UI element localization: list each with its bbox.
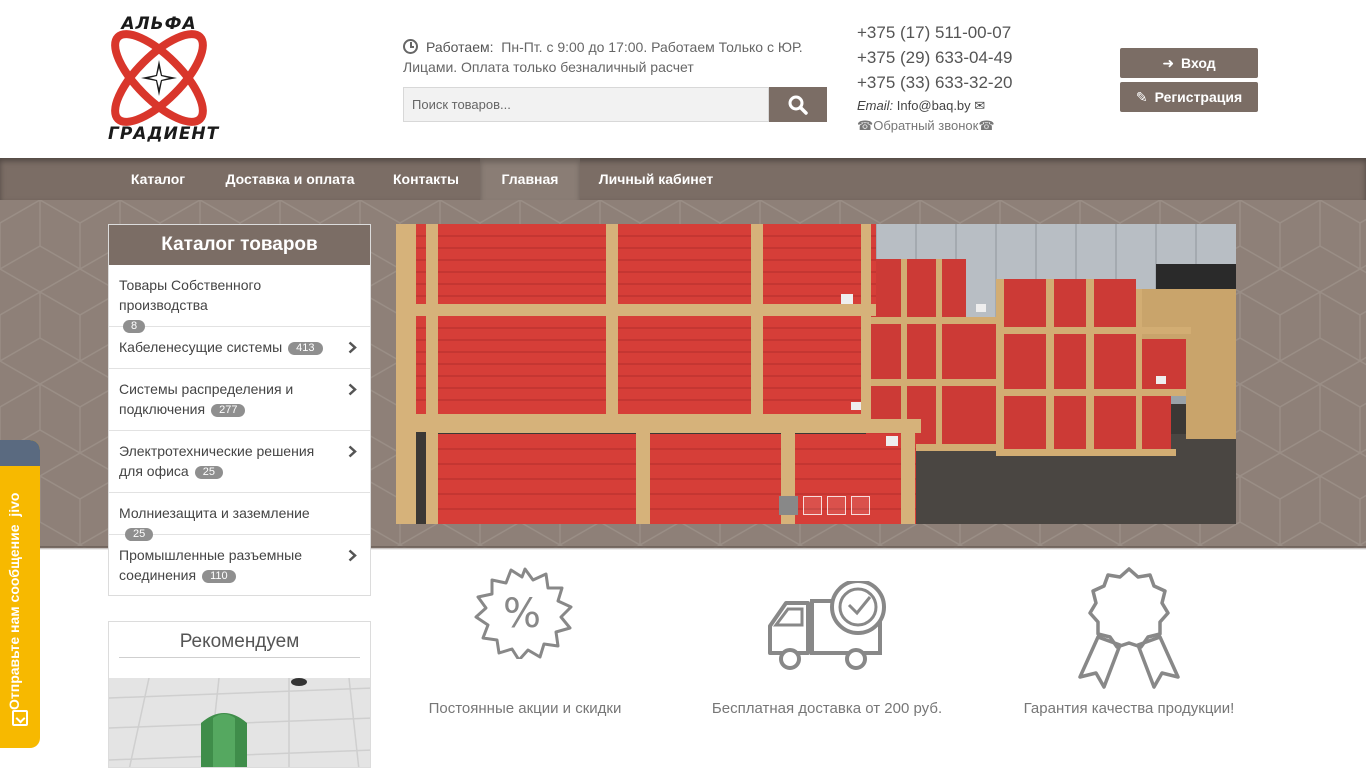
jivo-message-text: Отправьте нам сообщение (6, 524, 22, 710)
jivo-header (0, 440, 40, 466)
contacts-block: +375 (17) 511-00-07 +375 (29) 633-04-49 … (857, 20, 1077, 136)
catalog-item-label: Товары Собственного производства (119, 277, 262, 313)
callback-label: Обратный звонок (873, 118, 979, 133)
hero-slider[interactable] (396, 224, 1236, 524)
search-input[interactable] (403, 87, 769, 122)
search-icon (788, 95, 808, 115)
chevron-right-icon (348, 383, 357, 396)
chevron-right-icon (348, 445, 357, 458)
slider-dot-3[interactable] (827, 496, 846, 515)
search-button[interactable] (769, 87, 827, 122)
catalog-item-label: Молниезащита и заземление (119, 505, 310, 521)
recommend-title: Рекомендуем (119, 622, 360, 658)
slider-dot-4[interactable] (851, 496, 870, 515)
logo-emblem-icon (111, 30, 207, 126)
chevron-right-icon (348, 341, 357, 354)
nav-item-account[interactable]: Личный кабинет (580, 158, 732, 200)
catalog-item-label: Системы распределения и подключения (119, 381, 294, 417)
catalog-panel: Каталог товаров Товары Собственного прои… (108, 224, 371, 596)
phone-icon: ☎ (978, 118, 995, 133)
chat-icon (12, 710, 28, 726)
clock-icon (403, 39, 418, 54)
catalog-title: Каталог товаров (109, 225, 370, 265)
pencil-icon: ✎ (1135, 89, 1148, 105)
nav-item-home[interactable]: Главная (480, 158, 580, 200)
email-link[interactable]: Info@baq.by (897, 98, 971, 113)
catalog-item-label: Кабеленесущие системы (119, 339, 283, 355)
nav-item-delivery[interactable]: Доставка и оплата (208, 158, 372, 200)
callback-link[interactable]: ☎Обратный звонок☎ (857, 116, 1077, 136)
feature-label: Гарантия качества продукции! (1023, 700, 1235, 717)
feature-label: Постоянные акции и скидки (428, 700, 622, 717)
delivery-truck-icon (768, 581, 886, 670)
phone-icon: ☎ (857, 118, 874, 133)
phone-2[interactable]: +375 (29) 633-04-49 (857, 45, 1077, 70)
slider-dot-2[interactable] (803, 496, 822, 515)
work-hours-label: Работаем: (426, 39, 494, 55)
catalog-item-distribution[interactable]: Системы распределения и подключения 277 (109, 369, 370, 431)
jivo-chat-widget[interactable]: Отправьте нам сообщение jivo (0, 440, 40, 748)
catalog-item-industrial-connectors[interactable]: Промышленные разъемные соединения 110 (109, 535, 370, 597)
slider-dot-1[interactable] (779, 496, 798, 515)
catalog-item-count: 25 (194, 466, 223, 479)
slide-image-warehouse (396, 224, 1236, 524)
site-header: АЛЬФА ГРАДИЕНТ Работаем: Пн-Пт. с 9:00 д… (0, 0, 1366, 158)
feature-label: Бесплатная доставка от 200 руб. (711, 700, 943, 717)
catalog-item-count: 110 (202, 570, 236, 583)
email-label: Email: (857, 98, 894, 113)
jivo-brand: jivo (6, 492, 22, 517)
nav-item-catalog[interactable]: Каталог (108, 158, 208, 200)
login-label: Вход (1181, 55, 1216, 71)
phone-1[interactable]: +375 (17) 511-00-07 (857, 20, 1077, 45)
login-icon: ➜ (1162, 55, 1175, 71)
login-button[interactable]: ➜ Вход (1120, 48, 1258, 78)
logo-bottom-text: ГРАДИЕНТ (108, 124, 220, 144)
catalog-item-cable-systems[interactable]: Кабеленесущие системы 413 (109, 327, 370, 369)
catalog-item-count: 277 (211, 404, 246, 417)
discount-badge-icon: % (474, 567, 573, 659)
work-hours: Работаем: Пн-Пт. с 9:00 до 17:00. Работа… (403, 37, 813, 77)
catalog-item-lightning[interactable]: Молниезащита и заземление25 (109, 493, 370, 541)
nav-item-contacts[interactable]: Контакты (372, 158, 480, 200)
recommend-product-image[interactable] (109, 678, 370, 767)
main-nav: Каталог Доставка и оплата Контакты Главн… (0, 158, 1366, 200)
product-photo (109, 678, 370, 767)
phone-3[interactable]: +375 (33) 633-32-20 (857, 70, 1077, 95)
quality-ribbon-icon (1078, 567, 1180, 689)
jivo-label: Отправьте нам сообщение jivo (6, 470, 22, 710)
envelope-icon: ✉ (974, 98, 986, 113)
register-label: Регистрация (1154, 89, 1243, 105)
search-form (403, 87, 827, 122)
register-button[interactable]: ✎ Регистрация (1120, 82, 1258, 112)
catalog-item-office[interactable]: Электротехнические решения для офиса 25 (109, 431, 370, 493)
catalog-item-own-production[interactable]: Товары Собственного производства 8 (109, 265, 370, 333)
recommend-panel: Рекомендуем (108, 621, 371, 768)
site-logo[interactable]: АЛЬФА ГРАДИЕНТ (108, 14, 220, 146)
svg-text:%: % (503, 591, 541, 637)
chevron-right-icon (348, 549, 357, 562)
email-line: Email: Info@baq.by ✉ (857, 96, 1077, 116)
catalog-item-count: 413 (288, 342, 323, 355)
